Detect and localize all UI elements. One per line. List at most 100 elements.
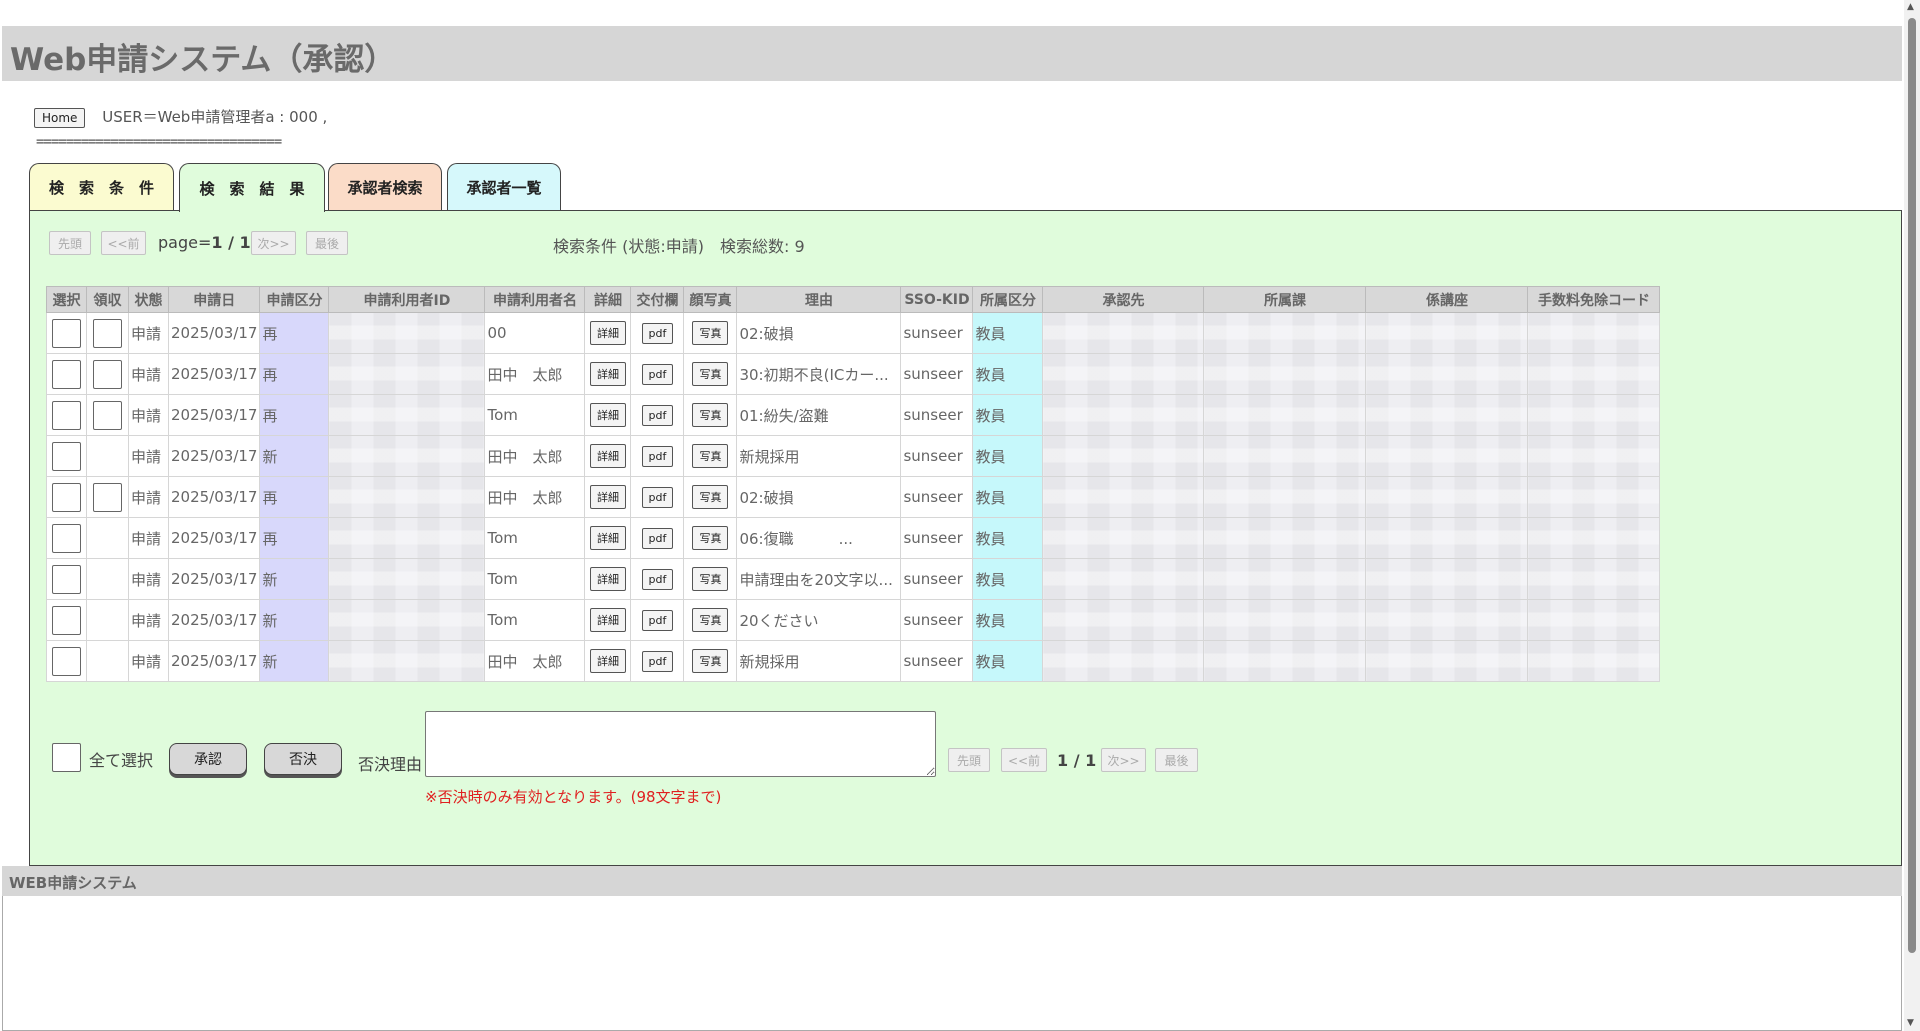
photo-button[interactable]: 写真 (692, 444, 729, 468)
pdf-button[interactable]: pdf (641, 609, 674, 631)
home-button[interactable]: Home (34, 107, 86, 128)
detail-button[interactable]: 詳細 (589, 567, 626, 591)
detail-button[interactable]: 詳細 (589, 608, 626, 632)
pdf-button[interactable]: pdf (641, 650, 674, 672)
tab-search-results[interactable]: 検 索 結 果 (179, 163, 325, 212)
detail-button[interactable]: 詳細 (589, 649, 626, 673)
col-issue: 交付欄 (630, 286, 685, 313)
row-receipt-checkbox[interactable] (93, 482, 122, 512)
bottom-pager-prev-button[interactable]: <<前 (1001, 748, 1047, 772)
detail-button[interactable]: 詳細 (589, 362, 626, 386)
row-user-id-redacted (328, 312, 486, 354)
row-status: 申請 (128, 476, 169, 518)
row-detail-cell: 詳細 (584, 435, 632, 477)
col-status: 状態 (128, 286, 169, 313)
row-select-checkbox[interactable] (52, 564, 81, 594)
pager-last-button[interactable]: 最後 (306, 231, 348, 255)
row-receipt-checkbox[interactable] (93, 400, 122, 430)
pdf-button[interactable]: pdf (641, 527, 674, 549)
row-reason: 06:復職 ... (736, 517, 902, 559)
pdf-button[interactable]: pdf (641, 363, 674, 385)
row-photo-cell: 写真 (683, 599, 738, 641)
scroll-thumb[interactable] (1908, 18, 1916, 953)
tab-approver-list[interactable]: 承認者一覧 (447, 163, 561, 211)
photo-button[interactable]: 写真 (692, 362, 729, 386)
tab-search-conditions[interactable]: 検 索 条 件 (29, 163, 174, 211)
row-date: 2025/03/17 (167, 476, 261, 518)
approve-button[interactable]: 承認 (169, 743, 247, 775)
pager-first-button[interactable]: 先頭 (49, 231, 91, 255)
pager-prev-button[interactable]: <<前 (101, 231, 146, 255)
bottom-pager-last-button[interactable]: 最後 (1155, 748, 1198, 772)
col-kubun: 申請区分 (259, 286, 330, 313)
scroll-up-icon[interactable]: ▲ (1907, 2, 1914, 12)
pdf-button[interactable]: pdf (641, 404, 674, 426)
photo-button[interactable]: 写真 (692, 567, 729, 591)
col-shozoku: 所属区分 (972, 286, 1044, 313)
scrollbar[interactable]: ▲ ▼ (1904, 0, 1920, 1031)
row-select-checkbox[interactable] (52, 359, 81, 389)
row-date: 2025/03/17 (167, 353, 261, 395)
row-course-redacted (1365, 558, 1529, 600)
photo-button[interactable]: 写真 (692, 403, 729, 427)
row-shozoku: 教員 (972, 599, 1044, 641)
detail-button[interactable]: 詳細 (589, 526, 626, 550)
row-detail-cell: 詳細 (584, 476, 632, 518)
photo-button[interactable]: 写真 (692, 526, 729, 550)
photo-button[interactable]: 写真 (692, 649, 729, 673)
pdf-button[interactable]: pdf (641, 568, 674, 590)
row-select-checkbox[interactable] (52, 318, 81, 348)
row-photo-cell: 写真 (683, 435, 738, 477)
row-select-checkbox[interactable] (52, 646, 81, 676)
row-photo-cell: 写真 (683, 558, 738, 600)
row-status: 申請 (128, 312, 169, 354)
row-shozoku: 教員 (972, 435, 1044, 477)
row-user-name: 田中 太郎 (484, 435, 586, 477)
pdf-button[interactable]: pdf (641, 445, 674, 467)
row-select-checkbox[interactable] (52, 605, 81, 635)
pdf-button[interactable]: pdf (641, 486, 674, 508)
row-fee-code-redacted (1527, 353, 1661, 395)
row-user-name: Tom (484, 394, 586, 436)
row-user-name: 00 (484, 312, 586, 354)
bottom-pager-first-button[interactable]: 先頭 (948, 748, 990, 772)
page-title: Web申請システム（承認） (10, 42, 396, 78)
row-sso-kid: sunseer (900, 394, 974, 436)
row-detail-cell: 詳細 (584, 353, 632, 395)
row-status: 申請 (128, 517, 169, 559)
results-table: 選択 領収 状態 申請日 申請区分 申請利用者ID 申請利用者名 詳細 交付欄 … (46, 286, 1661, 682)
photo-button[interactable]: 写真 (692, 608, 729, 632)
row-select-checkbox[interactable] (52, 523, 81, 553)
col-sso-kid: SSO-KID (900, 286, 974, 313)
row-receipt-checkbox[interactable] (93, 359, 122, 389)
row-status: 申請 (128, 394, 169, 436)
pager-next-button[interactable]: 次>> (251, 231, 296, 255)
row-photo-cell: 写真 (683, 476, 738, 518)
row-reason: 20ください (736, 599, 902, 641)
select-all-checkbox[interactable] (52, 743, 81, 772)
detail-button[interactable]: 詳細 (589, 321, 626, 345)
detail-button[interactable]: 詳細 (589, 403, 626, 427)
photo-button[interactable]: 写真 (692, 485, 729, 509)
row-shozoku: 教員 (972, 517, 1044, 559)
row-user-id-redacted (328, 558, 486, 600)
scroll-down-icon[interactable]: ▼ (1907, 1018, 1914, 1028)
row-receipt-checkbox[interactable] (93, 318, 122, 348)
reject-reason-input[interactable] (425, 711, 936, 777)
photo-button[interactable]: 写真 (692, 321, 729, 345)
row-approver-redacted (1042, 312, 1205, 354)
reject-button[interactable]: 否決 (264, 743, 342, 775)
tab-approver-search[interactable]: 承認者検索 (328, 163, 442, 211)
row-select-checkbox[interactable] (52, 441, 81, 471)
row-select-checkbox[interactable] (52, 482, 81, 512)
row-select-cell (46, 435, 87, 477)
detail-button[interactable]: 詳細 (589, 444, 626, 468)
row-course-redacted (1365, 394, 1529, 436)
row-approver-redacted (1042, 517, 1205, 559)
row-receipt-cell (86, 394, 129, 436)
row-select-cell (46, 353, 87, 395)
pdf-button[interactable]: pdf (641, 322, 674, 344)
bottom-pager-next-button[interactable]: 次>> (1101, 748, 1146, 772)
row-select-checkbox[interactable] (52, 400, 81, 430)
detail-button[interactable]: 詳細 (589, 485, 626, 509)
